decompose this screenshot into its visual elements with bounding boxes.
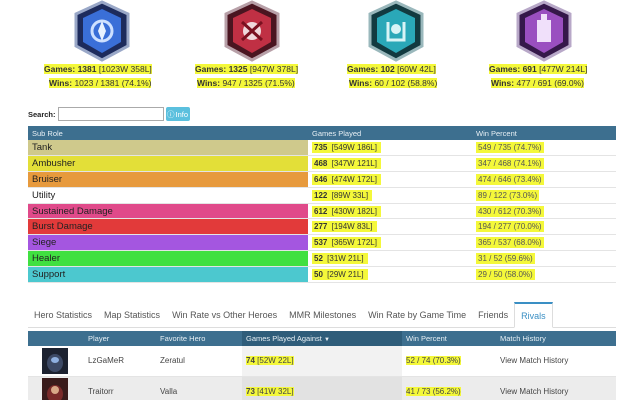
- subrole-games-played: 537 [365W 172L]: [308, 234, 472, 252]
- sort-desc-icon: ▼: [323, 337, 330, 343]
- table-row: Ambusher 468 [347W 121L] 347 / 468 (74.1%): [28, 155, 616, 173]
- games-against: 74 [52W 22L]: [242, 346, 402, 377]
- tab-rivals[interactable]: Rivals: [514, 302, 553, 328]
- table-row: Healer 52 [31W 21L] 31 / 52 (59.6%): [28, 250, 616, 267]
- subrole-name: Burst Damage: [28, 218, 308, 236]
- games-against: 73 [41W 32L]: [242, 376, 402, 400]
- subrole-name: Support: [28, 266, 308, 283]
- table-row: Tank 735 [549W 186L] 549 / 735 (74.7%): [28, 140, 616, 157]
- subrole-games-played: 468 [347W 121L]: [308, 155, 472, 173]
- table-row: Burst Damage 277 [194W 83L] 194 / 277 (70.…: [28, 218, 616, 236]
- subrole-games-played: 646 [474W 172L]: [308, 171, 472, 188]
- search-input[interactable]: [57, 107, 164, 121]
- table-row: LzGaMeR Zeratul 74 [52W 22L] 52 / 74 (70…: [28, 346, 616, 377]
- tab-friends[interactable]: Friends: [472, 302, 514, 328]
- info-icon: ⓘ: [167, 109, 175, 119]
- rival-win-percent: 41 / 73 (56.2%): [402, 376, 496, 400]
- subrole-win-percent: 474 / 646 (73.4%): [472, 171, 616, 188]
- table-row: Siege 537 [365W 172L] 365 / 537 (68.0%): [28, 234, 616, 252]
- favorite-hero: Valla: [156, 376, 242, 400]
- games-played-against-header[interactable]: Games Played Against ▼: [242, 331, 402, 346]
- subrole-header[interactable]: Sub Role: [28, 126, 308, 140]
- subrole-name: Bruiser: [28, 171, 308, 188]
- table-row: Bruiser 646 [474W 172L] 474 / 646 (73.4%): [28, 171, 616, 188]
- view-match-history-link[interactable]: View Match History: [496, 346, 616, 377]
- player-header[interactable]: Player: [84, 331, 156, 346]
- subrole-win-percent: 89 / 122 (73.0%): [472, 187, 616, 204]
- table-row: Sustained Damage 612 [430W 182L] 430 / 612…: [28, 203, 616, 220]
- avatar-header: [28, 331, 84, 346]
- rivals-table: Player Favorite Hero Games Played Agains…: [28, 331, 616, 400]
- search-row: Search: ⓘ Info: [28, 107, 190, 121]
- tab-hero-statistics[interactable]: Hero Statistics: [28, 302, 98, 328]
- subrole-name: Healer: [28, 250, 308, 267]
- table-row: Support 50 [29W 21L] 29 / 50 (58.0%): [28, 266, 616, 283]
- subrole-win-percent: 347 / 468 (74.1%): [472, 155, 616, 173]
- subrole-name: Utility: [28, 187, 308, 204]
- stats-tabs: Hero Statistics Map Statistics Win Rate …: [28, 302, 616, 328]
- warrior-emblem-icon: [74, 0, 130, 62]
- player-name[interactable]: Traitorr: [84, 376, 156, 400]
- rival-win-percent-header[interactable]: Win Percent: [402, 331, 496, 346]
- subrole-name: Sustained Damage: [28, 203, 308, 220]
- view-match-history-link[interactable]: View Match History: [496, 376, 616, 400]
- subrole-win-percent: 31 / 52 (59.6%): [472, 250, 616, 267]
- subrole-games-played: 50 [29W 21L]: [308, 266, 472, 283]
- table-row: Utility 122 [89W 33L] 89 / 122 (73.0%): [28, 187, 616, 204]
- subrole-win-percent: 29 / 50 (58.0%): [472, 266, 616, 283]
- subrole-games-played: 612 [430W 182L]: [308, 203, 472, 220]
- info-button[interactable]: ⓘ Info: [165, 107, 190, 121]
- subrole-games-played: 122 [89W 33L]: [308, 187, 472, 204]
- match-history-header[interactable]: Match History: [496, 331, 616, 346]
- assassin-emblem-icon: [224, 0, 280, 62]
- zeratul-portrait-icon: [42, 347, 68, 374]
- search-label: Search:: [28, 109, 56, 119]
- win-percent-header[interactable]: Win Percent: [472, 126, 616, 140]
- subrole-win-percent: 365 / 537 (68.0%): [472, 234, 616, 252]
- subrole-win-percent: 430 / 612 (70.3%): [472, 203, 616, 220]
- subrole-win-percent: 549 / 735 (74.7%): [472, 140, 616, 157]
- support-emblem-icon: [368, 0, 424, 62]
- subrole-win-percent: 194 / 277 (70.0%): [472, 218, 616, 236]
- tab-win-rate-vs-other-heroes[interactable]: Win Rate vs Other Heroes: [166, 302, 283, 328]
- tab-map-statistics[interactable]: Map Statistics: [98, 302, 166, 328]
- subrole-games-played: 735 [549W 186L]: [308, 140, 472, 157]
- subrole-games-played: 277 [194W 83L]: [308, 218, 472, 236]
- subrole-games-played: 52 [31W 21L]: [308, 250, 472, 267]
- subrole-name: Siege: [28, 234, 308, 252]
- tab-mmr-milestones[interactable]: MMR Milestones: [283, 302, 362, 328]
- player-name[interactable]: LzGaMeR: [84, 346, 156, 377]
- valla-portrait-icon: [42, 378, 68, 400]
- specialist-emblem-icon: [516, 0, 572, 62]
- favorite-hero: Zeratul: [156, 346, 242, 377]
- subrole-name: Tank: [28, 140, 308, 157]
- favorite-hero-header[interactable]: Favorite Hero: [156, 331, 242, 346]
- tab-win-rate-by-game-time[interactable]: Win Rate by Game Time: [362, 302, 472, 328]
- games-played-header[interactable]: Games Played: [308, 126, 472, 140]
- subrole-name: Ambusher: [28, 155, 308, 173]
- subrole-table: Sub Role Games Played Win Percent Tank 73…: [28, 126, 616, 283]
- rival-win-percent: 52 / 74 (70.3%): [402, 346, 496, 377]
- table-row: Traitorr Valla 73 [41W 32L] 41 / 73 (56.…: [28, 376, 616, 400]
